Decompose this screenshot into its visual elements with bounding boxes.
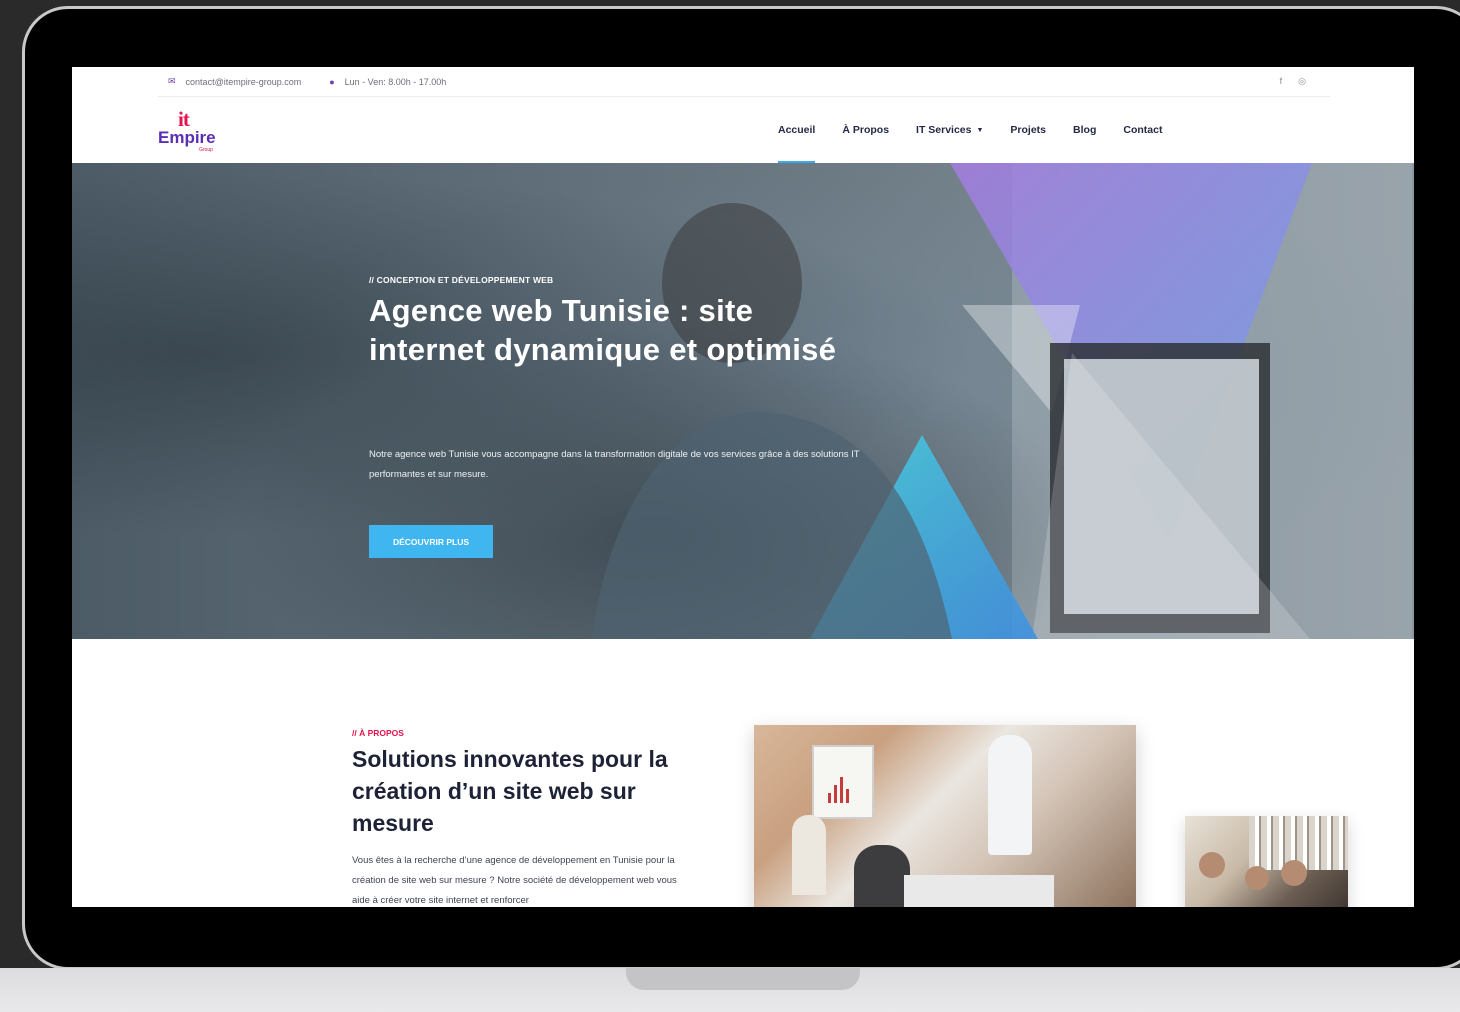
nav-item-contact[interactable]: Contact [1123,97,1162,163]
hero-decorative-shapes [592,163,1312,639]
table-shape [904,875,1054,907]
hero-lead: Notre agence web Tunisie vous accompagne… [369,449,860,480]
nav-item-label: À Propos [842,124,890,136]
person-shape [792,815,826,895]
nav-item-label: Projets [1010,124,1047,136]
logo-name: Empire [158,128,216,147]
chart-on-board-shape [828,773,858,803]
opening-hours-text: Lun - Ven: 8.00h - 17.00h [344,76,447,87]
clock-icon: ● [329,76,335,87]
person-head-shape [1245,866,1269,890]
nav-item-label: Blog [1073,124,1097,136]
person-head-shape [1199,852,1225,878]
caret-down-icon: ▼ [976,126,984,134]
nav-item-a-propos[interactable]: À Propos [842,97,889,163]
nav-item-it-services[interactable]: IT Services ▼ [916,97,983,163]
logo-sub: Group [199,147,213,153]
contact-email[interactable]: ✉ contact@itempire-group.com [168,76,301,87]
about-eyebrow: // À PROPOS [352,728,404,738]
person-head-shape [1281,860,1307,886]
about-title: Solutions innovantes pour la création d’… [352,746,668,836]
person-shape [854,845,910,907]
facebook-icon[interactable]: f [1280,76,1283,87]
laptop-notch [626,968,860,990]
team-meeting-photo [754,725,1136,907]
hero-section: // CONCEPTION ET DÉVELOPPEMENT WEB Agenc… [72,163,1414,639]
nav-item-label: Accueil [778,124,816,136]
about-section: // À PROPOS Solutions innovantes pour la… [72,639,1414,907]
opening-hours: ● Lun - Ven: 8.00h - 17.00h [329,77,446,87]
nav-item-label: Contact [1123,124,1163,136]
discover-more-button[interactable]: DÉCOUVRIR PLUS [369,525,493,558]
social-links: f ◎ [1280,76,1306,87]
main-nav: Accueil À Propos IT Services ▼ Projets Bl… [778,97,1189,163]
instagram-icon[interactable]: ◎ [1298,76,1306,87]
hero-title: Agence web Tunisie : site internet dynam… [369,293,837,367]
envelope-icon: ✉ [168,76,176,86]
person-shape [988,735,1032,855]
nav-item-accueil[interactable]: Accueil [778,97,816,163]
site-logo[interactable]: it Empire Group [158,107,222,155]
browser-viewport: ✉ contact@itempire-group.com ● Lun - Ven… [72,67,1414,907]
nav-item-blog[interactable]: Blog [1073,97,1096,163]
nav-item-projets[interactable]: Projets [1010,97,1046,163]
contact-email-text: contact@itempire-group.com [185,76,302,87]
site-header: it Empire Group Accueil À Propos IT Serv… [72,97,1414,163]
about-paragraph: Vous êtes à la recherche d’une agence de… [352,855,677,906]
nav-item-label: IT Services [916,124,972,136]
team-working-photo [1185,816,1348,907]
top-info-bar: ✉ contact@itempire-group.com ● Lun - Ven… [158,67,1330,97]
hero-eyebrow: // CONCEPTION ET DÉVELOPPEMENT WEB [369,275,554,285]
